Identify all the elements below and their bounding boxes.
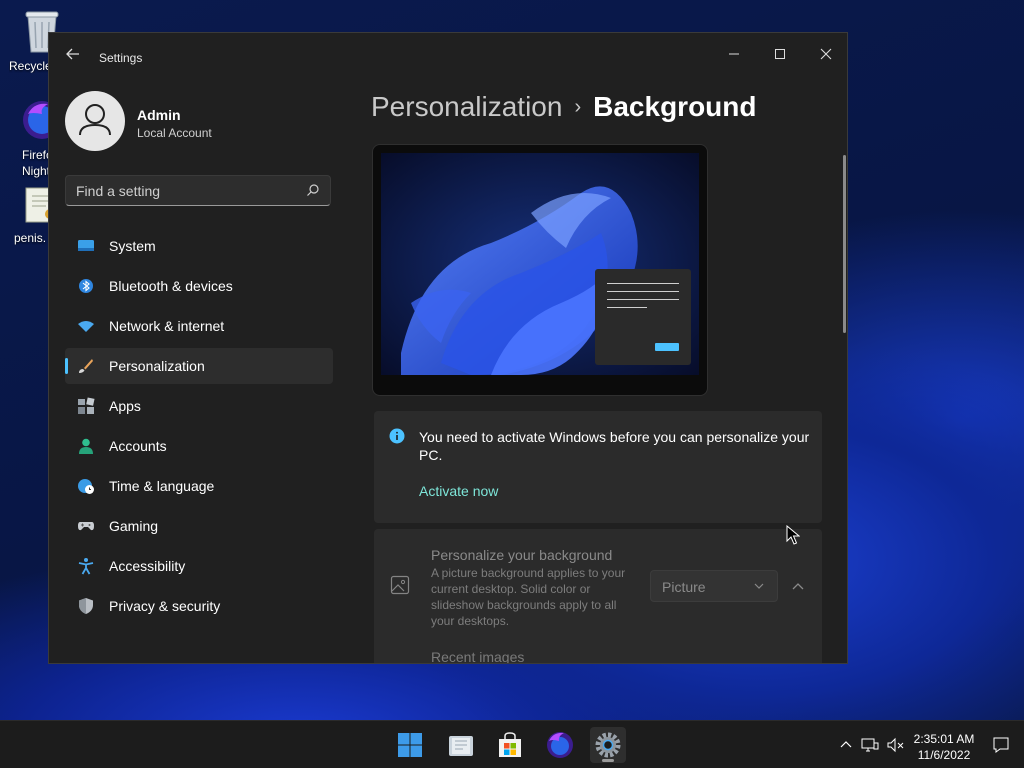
sidebar-item-label: Time & language xyxy=(109,478,215,494)
user-name: Admin xyxy=(137,107,181,123)
settings-button[interactable] xyxy=(590,727,626,763)
clock-date: 11/6/2022 xyxy=(917,748,971,762)
chevron-up-icon[interactable] xyxy=(836,735,856,755)
wallpaper-preview xyxy=(381,153,699,375)
minimize-icon xyxy=(729,53,739,55)
scrollbar[interactable] xyxy=(843,155,846,333)
sidebar-item-label: Bluetooth & devices xyxy=(109,278,233,294)
sidebar-item-time-language[interactable]: Time & language xyxy=(65,468,333,504)
firefox-nightly-icon xyxy=(547,732,573,758)
file-explorer-icon xyxy=(449,736,473,756)
back-arrow-icon xyxy=(66,48,79,60)
sidebar-item-label: System xyxy=(109,238,156,254)
active-indicator xyxy=(602,759,614,762)
search-icon xyxy=(307,184,319,196)
background-setting-title: Personalize your background xyxy=(431,547,613,563)
apps-icon xyxy=(78,397,95,414)
firefox-nightly-button[interactable] xyxy=(542,727,578,763)
account-type: Local Account xyxy=(137,126,212,140)
chevron-down-icon xyxy=(754,583,764,589)
settings-icon xyxy=(595,732,621,758)
shield-icon xyxy=(79,598,93,614)
taskbar-clock[interactable]: 2:35:01 AM 11/6/2022 xyxy=(906,731,982,763)
search-input[interactable]: Find a setting xyxy=(65,175,331,206)
sidebar-item-system[interactable]: System xyxy=(65,228,333,264)
sidebar-item-personalization[interactable]: Personalization xyxy=(65,348,333,384)
window-title: Settings xyxy=(99,51,143,65)
sidebar-item-label: Apps xyxy=(109,398,141,414)
sidebar-item-accessibility[interactable]: Accessibility xyxy=(65,548,333,584)
image-icon xyxy=(390,575,410,595)
clock-time: 2:35:01 AM xyxy=(913,732,975,746)
page-title: Background xyxy=(593,91,757,122)
sidebar-item-apps[interactable]: Apps xyxy=(65,388,333,424)
sidebar-item-label: Privacy & security xyxy=(109,598,221,614)
sidebar-item-gaming[interactable]: Gaming xyxy=(65,508,333,544)
taskbar: 2:35:01 AM 11/6/2022 xyxy=(0,720,1024,768)
breadcrumb: Personalization › Background xyxy=(371,91,756,123)
sidebar-nav: System Bluetooth & devices Network & int… xyxy=(65,228,333,628)
background-type-dropdown[interactable]: Picture xyxy=(650,570,778,602)
sidebar-item-label: Accessibility xyxy=(109,558,186,574)
file-explorer-button[interactable] xyxy=(443,727,479,763)
chevron-up-icon xyxy=(792,583,804,590)
globe-clock-icon xyxy=(78,479,94,494)
network-icon[interactable] xyxy=(860,735,880,755)
store-button[interactable] xyxy=(492,727,528,763)
collapse-button[interactable] xyxy=(786,575,810,599)
sidebar-item-network[interactable]: Network & internet xyxy=(65,308,333,344)
accounts-icon xyxy=(79,438,93,454)
sidebar-item-label: Accounts xyxy=(109,438,167,454)
wifi-icon xyxy=(78,321,94,332)
dropdown-selected-value: Picture xyxy=(662,579,706,595)
notifications-icon[interactable] xyxy=(991,735,1011,755)
back-button[interactable] xyxy=(63,47,83,67)
background-setting-description: A picture background applies to your cur… xyxy=(431,566,626,628)
minimize-button[interactable] xyxy=(711,39,757,71)
breadcrumb-parent[interactable]: Personalization xyxy=(371,91,562,122)
activation-info-card: You need to activate Windows before you … xyxy=(374,411,822,523)
sidebar-item-label: Network & internet xyxy=(109,318,225,334)
breadcrumb-separator: › xyxy=(574,96,582,118)
settings-window: Settings Admin Local Account Find a sett… xyxy=(48,32,848,664)
close-icon xyxy=(820,48,832,60)
bluetooth-icon xyxy=(79,279,93,293)
preview-window-mock xyxy=(595,269,691,365)
title-bar: Settings xyxy=(49,33,847,81)
desktop-preview xyxy=(372,144,708,396)
brush-icon xyxy=(79,359,93,373)
mouse-cursor-icon xyxy=(786,525,800,545)
volume-muted-icon[interactable] xyxy=(886,735,906,755)
sidebar-item-label: Personalization xyxy=(109,358,205,374)
maximize-button[interactable] xyxy=(757,39,803,71)
gamepad-icon xyxy=(78,522,94,531)
sidebar-item-bluetooth[interactable]: Bluetooth & devices xyxy=(65,268,333,304)
sidebar-item-label: Gaming xyxy=(109,518,159,534)
close-button[interactable] xyxy=(803,39,847,71)
start-button[interactable] xyxy=(392,727,428,763)
system-icon xyxy=(78,240,94,251)
sidebar-item-privacy[interactable]: Privacy & security xyxy=(65,588,333,624)
avatar[interactable] xyxy=(65,91,125,151)
search-placeholder: Find a setting xyxy=(76,183,161,199)
activation-message: You need to activate Windows before you … xyxy=(419,429,810,463)
sidebar-item-accounts[interactable]: Accounts xyxy=(65,428,333,464)
activate-now-link[interactable]: Activate now xyxy=(419,483,498,499)
maximize-icon xyxy=(775,49,785,59)
accessibility-icon xyxy=(78,558,94,575)
user-icon xyxy=(79,104,111,136)
info-icon xyxy=(389,428,405,444)
recent-images-label: Recent images xyxy=(431,649,525,664)
start-icon xyxy=(398,733,422,757)
store-icon xyxy=(499,732,521,757)
personalize-background-card: Personalize your background A picture ba… xyxy=(374,529,822,664)
